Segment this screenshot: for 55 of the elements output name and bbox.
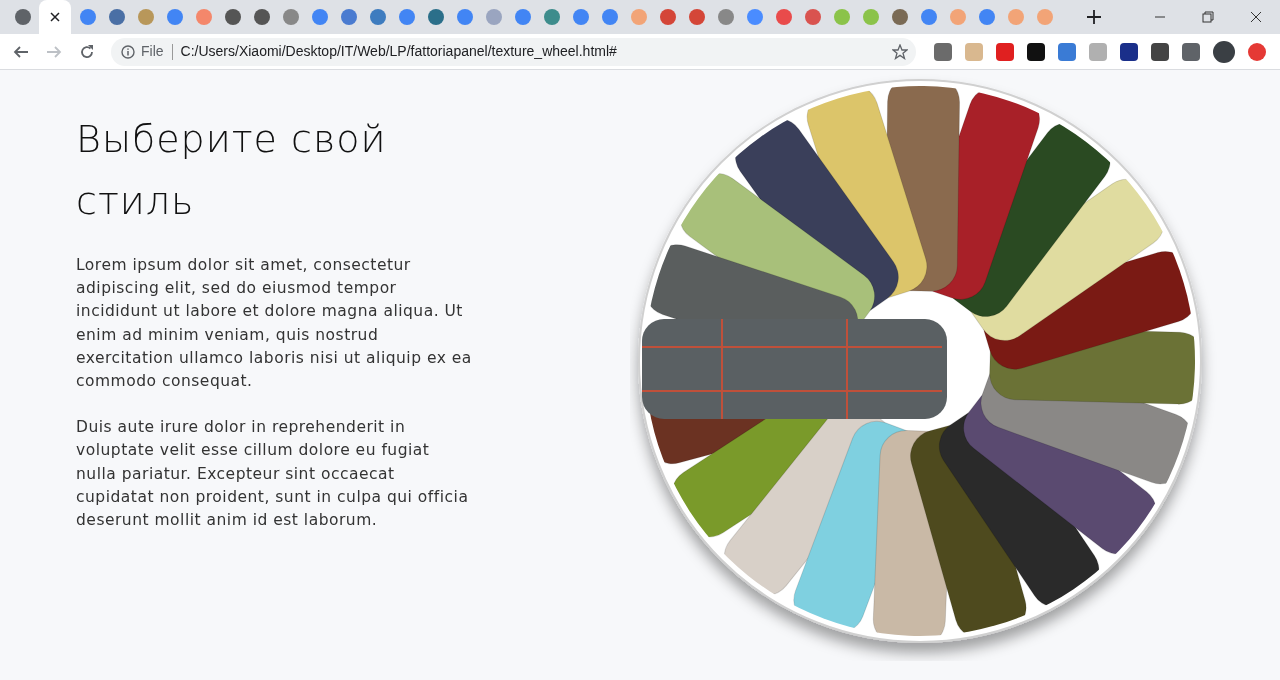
- tab-favicon-icon: [311, 9, 328, 25]
- tab-favicon-icon: [340, 9, 357, 25]
- info-icon[interactable]: [121, 44, 135, 59]
- close-icon[interactable]: [50, 12, 60, 22]
- tab-favicon-icon: [833, 9, 850, 25]
- extension-icon[interactable]: [1213, 40, 1235, 63]
- tab-favicon-icon: [282, 9, 299, 25]
- back-icon: [13, 43, 29, 60]
- tab-favicon-icon: [920, 9, 937, 25]
- tab-favicon-icon: [253, 9, 270, 25]
- tab-favicon-icon: [978, 9, 995, 25]
- tab-favicon-icon: [14, 9, 31, 25]
- tab-favicon-icon: [1007, 9, 1024, 25]
- address-bar[interactable]: File C:/Users/Xiaomi/Desktop/IT/Web/LP/fattoriapanel/texture_wheel.html#: [111, 37, 916, 66]
- tab-favicon-icon: [746, 9, 763, 25]
- tab-favicon-icon: [79, 9, 96, 25]
- url-text: C:/Users/Xiaomi/Desktop/IT/Web/LP/fattoriapanel/texture_wheel.html#: [180, 42, 617, 61]
- restore-icon: [1202, 11, 1214, 23]
- tab-favicon-icon: [1036, 9, 1053, 25]
- tab-favicon-icon: [775, 9, 792, 25]
- tab-favicon-icon: [630, 9, 647, 25]
- tab-favicon-icon: [514, 9, 531, 25]
- tab-favicon-icon: [485, 9, 502, 25]
- close-icon: [1250, 11, 1262, 23]
- scheme-label: File: [141, 42, 164, 61]
- tab-favicon-icon: [398, 9, 415, 25]
- tab-favicon-icon: [427, 9, 444, 25]
- tab-favicon-icon: [195, 9, 212, 25]
- extension-icon[interactable]: [1182, 42, 1200, 61]
- body-paragraph: Lorem ipsum dolor sit amet, consectetur adipiscing elit, sed do eiusmod tempor incididunt ut labore et dolore magna aliqua. Ut enim ad minim veniam, quis nostrud exercitation ullamco laboris nisi ut aliquip ex ea commodo consequat.: [76, 255, 473, 392]
- body-paragraph: Duis aute irure dolor in reprehenderit in voluptate velit esse cillum dolore eu fugiat nulla pariatur. Excepteur sint occaecat cupidatat non proident, sunt in culpa qui officia deserunt mollit anim id est laborum.: [76, 417, 470, 532]
- tab-favicon-icon: [891, 9, 908, 25]
- extension-icon[interactable]: [1027, 42, 1045, 61]
- tab-favicon-icon: [659, 9, 676, 25]
- tab-favicon-icon: [543, 9, 560, 25]
- tab-favicon-icon: [804, 9, 821, 25]
- tab-favicon-icon: [862, 9, 879, 25]
- tab-favicon-icon: [717, 9, 734, 25]
- tab-favicon-icon: [166, 9, 183, 25]
- tab-favicon-icon: [601, 9, 618, 25]
- tab-favicon-icon: [688, 9, 705, 25]
- tab-favicon-icon: [108, 9, 125, 25]
- star-icon[interactable]: [892, 44, 908, 60]
- extension-icon[interactable]: [1120, 42, 1138, 61]
- tab-favicon-icon: [137, 9, 154, 25]
- tab-favicon-icon: [949, 9, 966, 25]
- forward-icon: [46, 43, 62, 60]
- page-heading: Выберите свой стиль: [76, 116, 388, 225]
- tab-favicon-icon: [456, 9, 473, 25]
- tab-favicon-icon: [369, 9, 386, 25]
- extension-icon[interactable]: [1151, 42, 1169, 61]
- reload-icon: [79, 43, 95, 60]
- tab-favicon-icon: [572, 9, 589, 25]
- plus-icon: [1087, 10, 1101, 24]
- tab-favicon-icon: [224, 9, 241, 25]
